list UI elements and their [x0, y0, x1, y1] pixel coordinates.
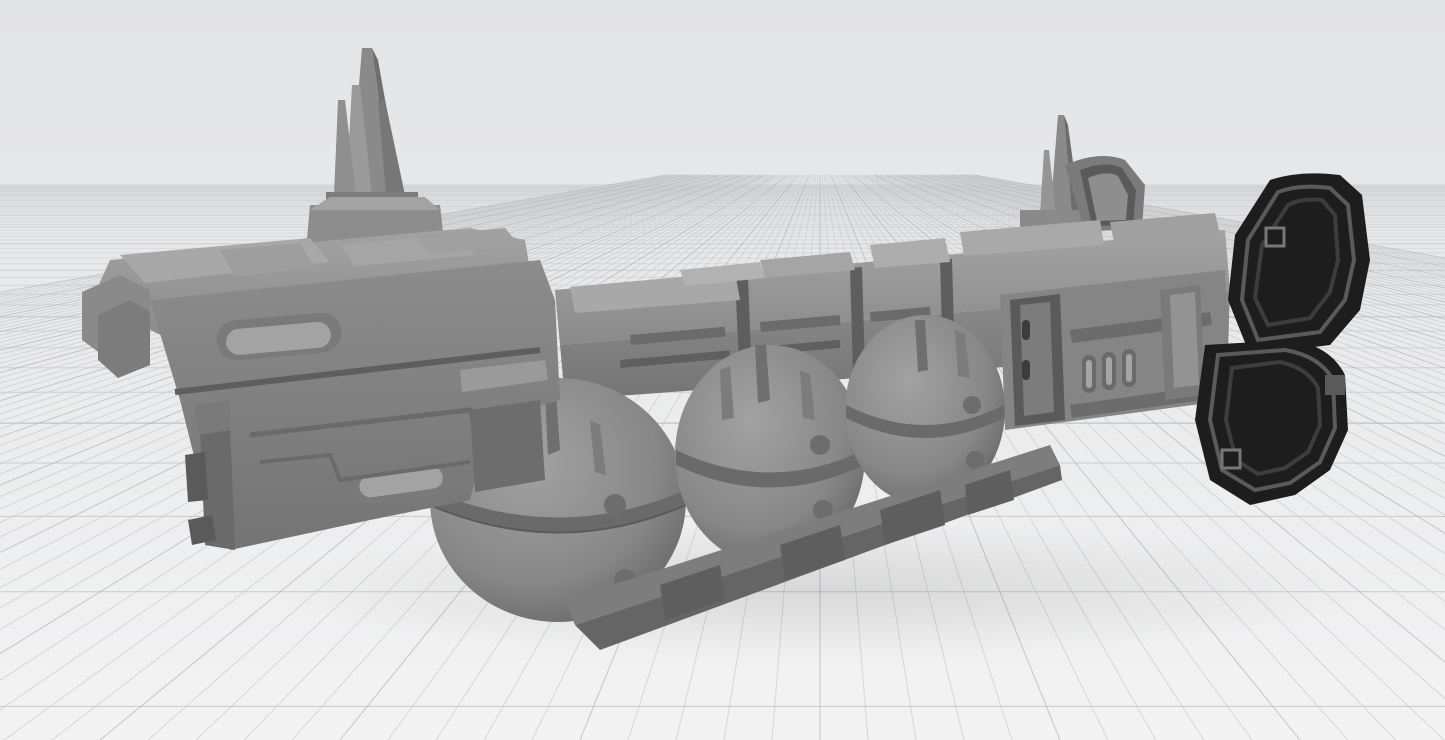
3d-viewport[interactable]	[0, 0, 1445, 740]
viewport-canvas[interactable]	[0, 0, 1445, 740]
